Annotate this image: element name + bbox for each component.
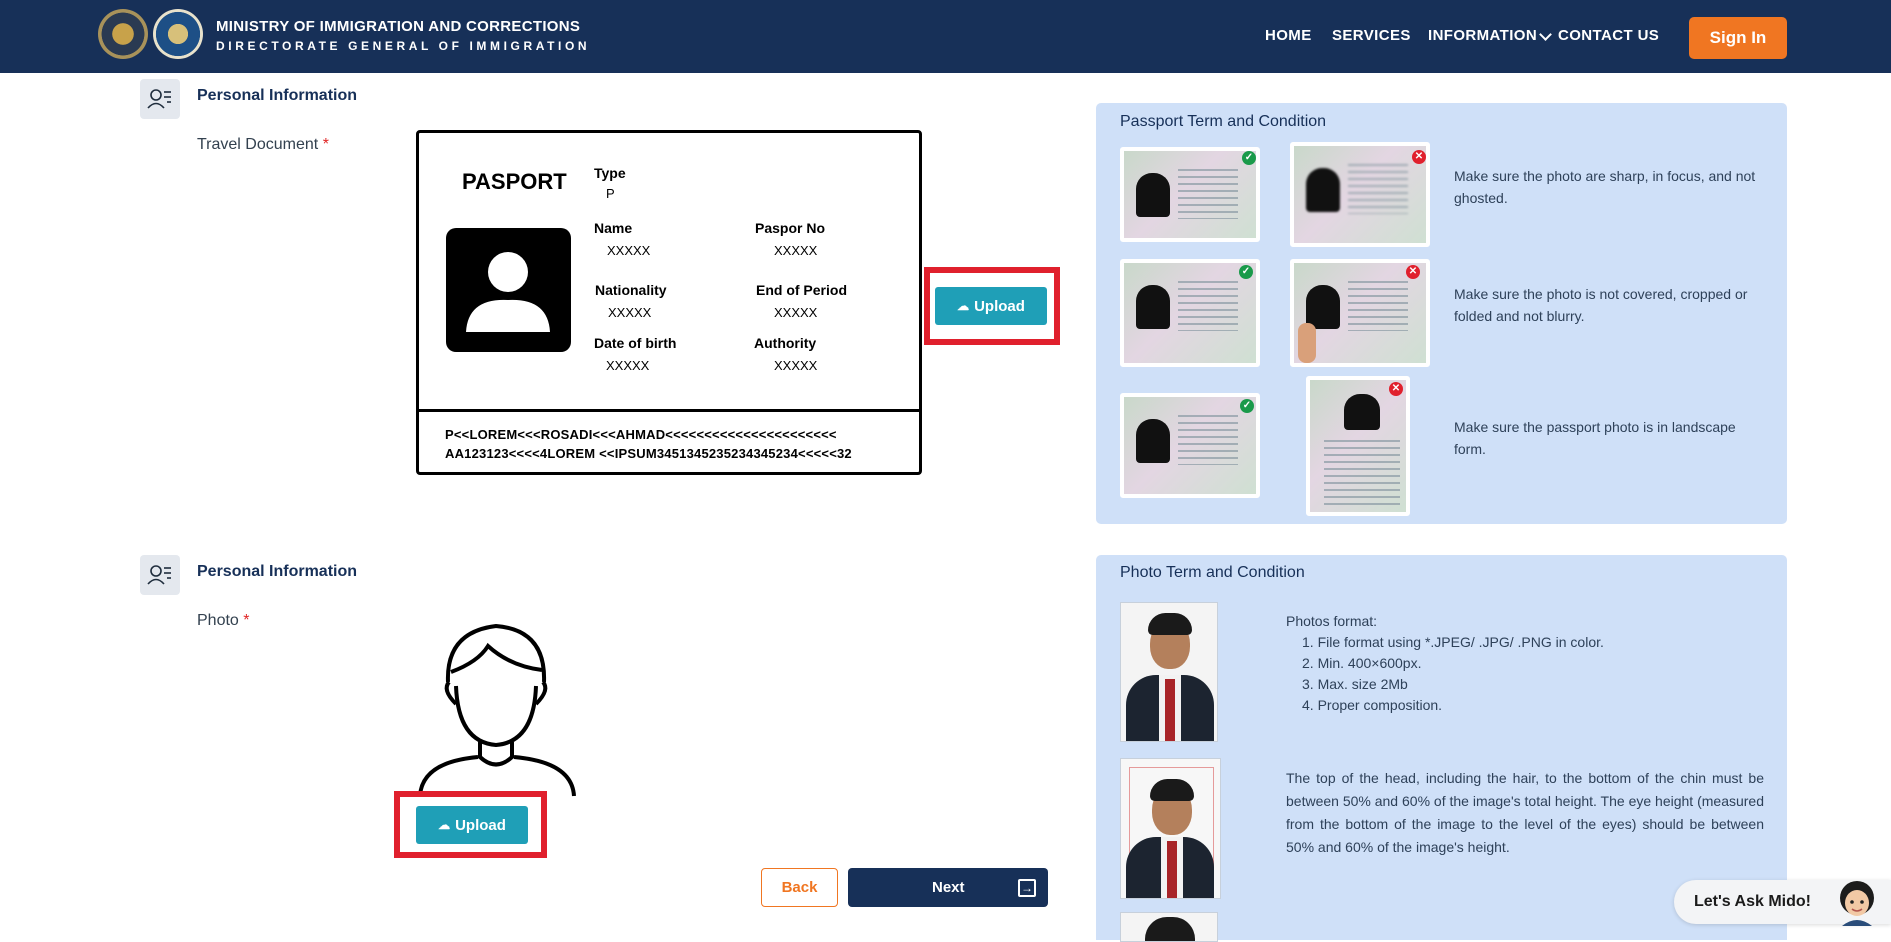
mrz-line-1: P<<LOREM<<<ROSADI<<<AHMAD<<<<<<<<<<<<<<<… — [445, 427, 837, 442]
passport-sample-good — [1120, 147, 1260, 242]
upload-label: Upload — [974, 297, 1025, 315]
passport-terms-panel: Passport Term and Condition ✓ ✕ Make sur… — [1096, 103, 1787, 524]
mido-avatar-icon — [1834, 876, 1880, 926]
next-label: Next — [932, 879, 965, 896]
upload-label: Upload — [455, 816, 506, 834]
passport-title: PASPORT — [462, 169, 567, 194]
x-badge-icon: ✕ — [1389, 382, 1403, 396]
travel-document-upload-button[interactable]: ☁ Upload — [935, 287, 1047, 325]
next-button[interactable]: Next → — [848, 868, 1048, 907]
top-navbar: MINISTRY OF IMMIGRATION AND CORRECTIONS … — [0, 0, 1891, 73]
sample-portrait-photo — [1120, 602, 1218, 742]
type-value: P — [606, 186, 615, 201]
sample-portrait-photo — [1120, 912, 1218, 942]
paspor-no-value: XXXXX — [774, 243, 818, 258]
immigration-shield-logo — [153, 9, 203, 59]
date-of-birth-value: XXXXX — [606, 358, 650, 373]
photo-terms-title: Photo Term and Condition — [1120, 564, 1305, 581]
travel-document-label: Travel Document * — [197, 136, 329, 153]
mrz-line-2: AA123123<<<<4LOREM <<IPSUM34513452352343… — [445, 446, 852, 461]
photo-upload-button[interactable]: ☁ Upload — [416, 806, 528, 844]
passport-rule-3: Make sure the passport photo is in lands… — [1454, 419, 1736, 457]
passport-rule-1: Make sure the photo are sharp, in focus,… — [1454, 168, 1756, 206]
name-label: Name — [594, 220, 633, 236]
photo-format-heading: Photos format: — [1286, 613, 1378, 629]
sample-portrait-measured — [1120, 758, 1221, 899]
nav-home[interactable]: HOME — [1265, 27, 1312, 44]
passport-sample-blurry — [1290, 142, 1430, 247]
x-badge-icon: ✕ — [1406, 265, 1420, 279]
date-of-birth-label: Date of birth — [594, 335, 677, 351]
chat-label: Let's Ask Mido! — [1694, 893, 1811, 910]
section-title-photo: Personal Information — [197, 563, 358, 580]
arrow-right-box-icon: → — [1018, 879, 1036, 897]
nav-contact-us[interactable]: CONTACT US — [1558, 27, 1659, 44]
photo-format-item: 4. Proper composition. — [1302, 697, 1443, 713]
name-value: XXXXX — [607, 243, 651, 258]
passport-sample-portrait — [1306, 376, 1410, 516]
photo-label: Photo * — [197, 612, 250, 629]
authority-value: XXXXX — [774, 358, 818, 373]
cloud-upload-icon: ☁ — [438, 818, 451, 832]
section-title-travel-document: Personal Information — [197, 87, 358, 104]
type-label: Type — [594, 165, 626, 181]
x-badge-icon: ✕ — [1412, 150, 1426, 164]
cloud-upload-icon: ☁ — [957, 299, 970, 313]
end-of-period-value: XXXXX — [774, 305, 818, 320]
passport-sample-good — [1120, 393, 1260, 498]
nationality-label: Nationality — [595, 282, 667, 298]
ask-mido-chat-button[interactable]: Let's Ask Mido! — [1674, 880, 1891, 926]
nav-services[interactable]: SERVICES — [1332, 27, 1411, 44]
photo-terms-panel: Photo Term and Condition Photos format: … — [1096, 555, 1787, 942]
nationality-value: XXXXX — [608, 305, 652, 320]
passport-terms-title: Passport Term and Condition — [1120, 113, 1327, 130]
end-of-period-label: End of Period — [756, 282, 847, 298]
sign-in-button[interactable]: Sign In — [1689, 17, 1787, 59]
person-outline-icon — [418, 612, 578, 797]
head-size-rule: The top of the head, including the hair,… — [1286, 770, 1764, 855]
passport-mrz-zone: P<<LOREM<<<ROSADI<<<AHMAD<<<<<<<<<<<<<<<… — [419, 409, 919, 475]
photo-format-item: 3. Max. size 2Mb — [1302, 676, 1408, 692]
ministry-title: MINISTRY OF IMMIGRATION AND CORRECTIONS — [216, 18, 581, 35]
check-badge-icon: ✓ — [1239, 265, 1253, 279]
passport-rule-2: Make sure the photo is not covered, crop… — [1454, 286, 1748, 324]
passport-illustration: PASPORT Type P Name XXXXX Paspor No XXXX… — [416, 130, 922, 475]
user-list-icon — [140, 79, 180, 119]
back-button[interactable]: Back — [761, 868, 838, 907]
check-badge-icon: ✓ — [1242, 151, 1256, 165]
user-list-icon — [140, 555, 180, 595]
paspor-no-label: Paspor No — [755, 220, 826, 236]
photo-format-item: 1. File format using *.JPEG/ .JPG/ .PNG … — [1302, 634, 1604, 650]
chevron-down-icon[interactable] — [1539, 28, 1552, 41]
photo-format-item: 2. Min. 400×600px. — [1302, 655, 1422, 671]
directorate-title: DIRECTORATE GENERAL OF IMMIGRATION — [216, 39, 591, 53]
passport-photo-placeholder-icon — [446, 228, 571, 352]
authority-label: Authority — [754, 335, 817, 351]
check-badge-icon: ✓ — [1240, 399, 1254, 413]
garuda-emblem-logo — [98, 9, 148, 59]
nav-information[interactable]: INFORMATION — [1428, 27, 1537, 44]
